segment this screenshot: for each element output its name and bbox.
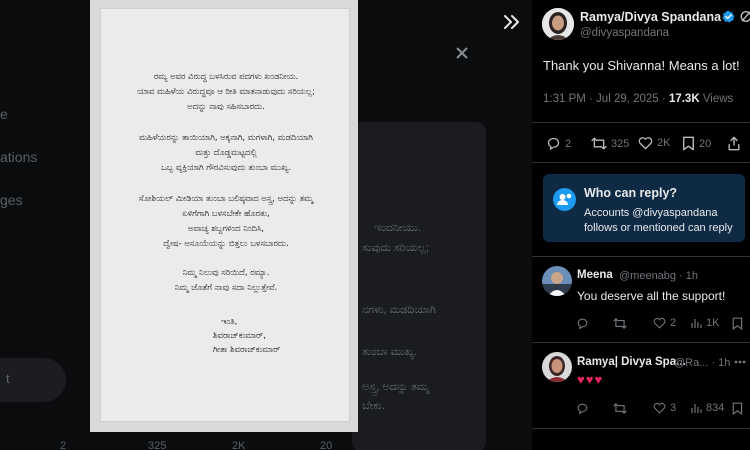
bg-text-line: ಇಂದನೀಯು. — [374, 222, 421, 234]
repost-icon[interactable] — [613, 402, 627, 415]
heart-icon — [653, 402, 666, 414]
like-button[interactable]: 2K — [638, 136, 670, 150]
reply-like-button[interactable]: 2 — [653, 317, 676, 329]
heart-icon — [653, 317, 666, 329]
bg-text-line: ತುಂಬಾ ಮುಖ್ಯ. — [362, 346, 418, 358]
reply-views[interactable]: 1K — [690, 317, 719, 329]
divider — [532, 162, 750, 163]
post-button-fragment: t — [0, 358, 66, 402]
reply-avatar[interactable] — [542, 266, 572, 296]
bookmark-icon[interactable] — [732, 317, 744, 330]
letter-paper: ರಮ್ಯ ಅವರ ವಿರುದ್ಧ ಬಳಸಿರುವ ಪದಗಳು ಖಂಡನೀಯ. ಯ… — [100, 8, 350, 422]
who-can-reply-card: Who can reply? Accounts @divyaspandana f… — [543, 174, 745, 242]
divider — [532, 256, 750, 257]
author-handle[interactable]: @divyaspandana — [580, 27, 669, 39]
views-chart-icon — [691, 319, 702, 328]
bg-like-count: 2K — [232, 440, 246, 450]
letter-line: ಯಾವ ಮಹಿಳೆಯ ವಿರುದ್ಧವೂ ಆ ರೀತಿ ಮಾತನಾಡುವುದು … — [137, 86, 315, 96]
divider — [532, 122, 750, 123]
divider — [532, 342, 750, 343]
reply-views[interactable]: 834 — [690, 402, 724, 414]
nav-fragment-home: e — [0, 106, 8, 122]
reply-text: You deserve all the support! — [577, 289, 726, 303]
share-icon[interactable] — [727, 136, 741, 151]
more-options-icon[interactable] — [734, 360, 746, 364]
repost-icon[interactable] — [613, 317, 627, 330]
bg-text-line: ಅಸ್ತ್ರ, ಅದನ್ನು ತಮ್ಮ — [362, 381, 429, 393]
who-can-reply-description: Accounts @divyaspandana follows or menti… — [584, 207, 733, 234]
bookmark-button[interactable]: 20 — [682, 136, 711, 151]
bg-repost-count: 325 — [148, 440, 167, 450]
author-name[interactable]: Ramya/Divya Spandana — [580, 10, 721, 24]
reply-icon[interactable] — [576, 317, 589, 330]
letter-line: ನಿಮ್ಮ ನಿಲುವು ಸರಿಯಿದೆ, ರಮ್ಯಾ. — [182, 267, 270, 277]
verified-badge-icon — [722, 10, 735, 23]
post-timestamp[interactable]: 1:31 PM · Jul 29, 2025 · 17.3K Views — [543, 93, 733, 105]
letter-line: ಏಳಿಗೆಗಾಗಿ ಬಳಸಬೇಕೇ ಹೊರತು, — [182, 208, 270, 218]
letter-line: ಒಬ್ಬ ವ್ಯಕ್ತಿಯಾಗಿ ಗೌರವಿಸುವುದು ತುಂಬಾ ಮುಖ್ಯ… — [160, 162, 292, 172]
reply-author-name[interactable]: Ramya| Divya Spa... — [577, 356, 686, 368]
post-detail-panel: Ramya/Divya Spandana @divyaspandana Than… — [532, 0, 750, 450]
letter-signature: ಗೀತಾ ಶಿವರಾಜ್‌ಕುಮಾರ್ — [213, 344, 281, 354]
post-image-letter[interactable]: ರಮ್ಯ ಅವರ ವಿರುದ್ಧ ಬಳಸಿರುವ ಪದಗಳು ಖಂಡನೀಯ. ಯ… — [90, 0, 358, 432]
views-count: 17.3K — [668, 93, 700, 105]
bookmark-icon — [683, 136, 694, 151]
letter-line: ಸೋಶಿಯಲ್ ಮೀಡಿಯಾ ತುಂಬಾ ಬಲಿಷ್ಠವಾದ ಅಸ್ತ್ರ, ಅ… — [138, 193, 314, 203]
bg-bookmark-count: 20 — [320, 440, 333, 450]
close-icon[interactable] — [455, 46, 469, 60]
views-chart-icon — [691, 404, 702, 413]
grok-icon[interactable] — [740, 10, 750, 23]
chevron-double-right-icon[interactable] — [503, 12, 521, 32]
reply-icon[interactable] — [576, 402, 589, 415]
author-avatar[interactable] — [542, 8, 574, 40]
reply-text: ♥♥♥ — [577, 372, 604, 387]
bg-text-line: ಸುವುದು ಸರಿಯಲ್ಲ; — [362, 242, 429, 254]
bg-text-line: ಬೇಕು. — [362, 400, 385, 412]
reply-author-name[interactable]: Meena — [577, 269, 613, 281]
divider — [532, 428, 750, 429]
reply-avatar-photo — [542, 266, 572, 296]
author-photo — [542, 8, 574, 40]
reply-author-handle[interactable]: @Ra... · 1h — [674, 357, 730, 369]
repost-icon — [591, 137, 607, 150]
bookmark-icon[interactable] — [732, 402, 744, 415]
views-label: Views — [702, 93, 734, 105]
letter-signoff: ಇಂತಿ, — [221, 316, 238, 326]
letter-line: ಅವಾಚ್ಯ ಶಬ್ದಗಳಿಂದ ನಿಂದಿಸಿ, — [187, 223, 265, 233]
heart-icon — [638, 137, 653, 150]
who-can-reply-title: Who can reply? — [584, 186, 678, 200]
letter-line: ರಮ್ಯ ಅವರ ವಿರುದ್ಧ ಬಳಸಿರುವ ಪದಗಳು ಖಂಡನೀಯ. — [153, 71, 299, 81]
letter-signature: ಶಿವರಾಜ್‌ಕುಮಾರ್, — [213, 330, 266, 340]
letter-line: ದ್ವೇಷ- ಅಸೂಯೆಯನ್ನು ಬಿತ್ತಲು ಬಳಸಬಾರದು. — [163, 238, 289, 248]
letter-line: ಅದನ್ನು ನಾವು ಸಹಿಸಬಾರದು. — [187, 101, 265, 111]
reply-avatar[interactable] — [542, 352, 572, 382]
bg-text-line: ನಗಳು, ಮಡದಿಯಾಗಿ — [362, 304, 436, 316]
mention-badge-icon — [553, 188, 576, 211]
nav-fragment-notifications: ations — [0, 149, 38, 165]
letter-line: ಮತ್ತು ದೊಡ್ಡಮಟ್ಟದಲ್ಲಿ — [195, 147, 257, 157]
post-text: Thank you Shivanna! Means a lot! — [543, 58, 740, 73]
letter-line: ನಿಮ್ಮ ಜೊತೆಗೆ ನಾವು ಸದಾ ನಿಲ್ಲುತ್ತೇವೆ. — [174, 282, 278, 292]
letter-line: ಮಹಿಳೆಯರನ್ನು ತಾಯಿಯಾಗಿ, ಅಕ್ಕನಾಗಿ, ಮಗಳಾಗಿ, … — [139, 132, 313, 142]
repost-button[interactable]: 325 — [591, 136, 629, 151]
reply-like-button[interactable]: 3 — [653, 402, 676, 414]
reply-avatar-photo — [542, 352, 572, 382]
bg-reply-count: 2 — [60, 440, 67, 450]
reply-button[interactable]: 2 — [546, 136, 571, 151]
nav-fragment-messages: ges — [0, 192, 23, 208]
reply-icon — [547, 137, 560, 150]
reply-author-handle[interactable]: @meenabg · 1h — [619, 270, 698, 282]
